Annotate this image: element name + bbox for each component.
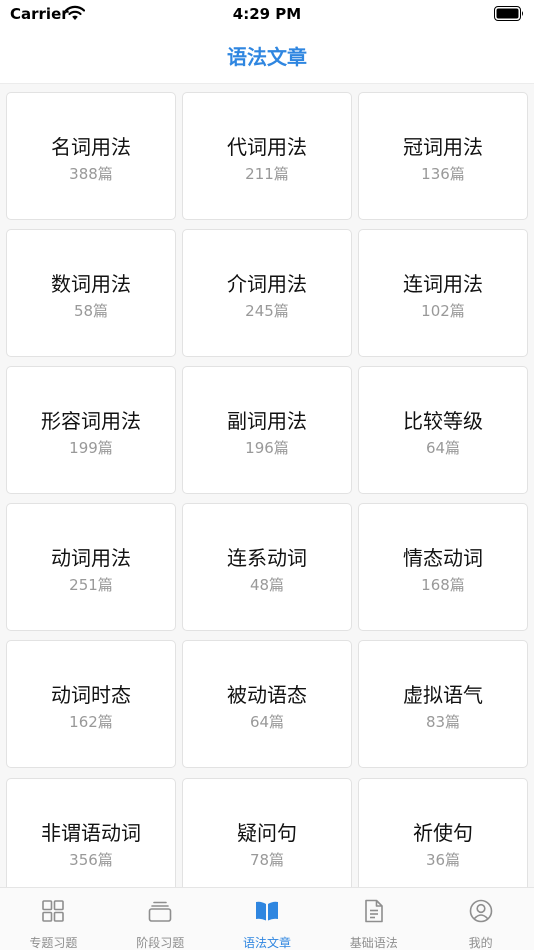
card-title: 连系动词 [227, 546, 307, 570]
book-icon [255, 901, 278, 921]
card-title: 动词时态 [51, 683, 131, 707]
status-time: 4:29 PM [232, 5, 302, 23]
layers-icon [148, 901, 172, 922]
card-title: 祈使句 [413, 821, 473, 845]
card-title: 非谓语动词 [41, 821, 141, 845]
card-title: 形容词用法 [41, 409, 141, 433]
grammar-card[interactable]: 代词用法 211篇 [182, 92, 352, 220]
tab-label: 基础语法 [349, 936, 398, 950]
grammar-card[interactable]: 疑问句 78篇 [182, 778, 352, 888]
status-bar: Carrier 4:29 PM [0, 0, 534, 28]
card-title: 比较等级 [403, 409, 483, 433]
card-title: 名词用法 [51, 135, 131, 159]
grammar-card[interactable]: 比较等级 64篇 [358, 366, 528, 494]
grammar-card[interactable]: 非谓语动词 356篇 [6, 778, 176, 888]
card-count: 251篇 [69, 576, 113, 594]
tab-label: 我的 [468, 936, 493, 950]
profile-icon [469, 899, 492, 923]
tab-grammar-articles[interactable]: 语法文章 [214, 888, 321, 950]
grammar-card[interactable]: 连系动词 48篇 [182, 503, 352, 631]
card-title: 被动语态 [227, 683, 307, 707]
card-count: 356篇 [69, 851, 113, 869]
tab-label: 语法文章 [242, 936, 291, 950]
tab-label: 专题习题 [29, 936, 78, 950]
grammar-card[interactable]: 动词时态 162篇 [6, 640, 176, 768]
grammar-card[interactable]: 连词用法 102篇 [358, 229, 528, 357]
grammar-card[interactable]: 数词用法 58篇 [6, 229, 176, 357]
tab-basic-grammar[interactable]: 基础语法 [320, 888, 427, 950]
grammar-card[interactable]: 副词用法 196篇 [182, 366, 352, 494]
card-title: 虚拟语气 [403, 683, 483, 707]
card-title: 数词用法 [51, 272, 131, 296]
card-count: 136篇 [421, 165, 465, 183]
battery-icon [494, 6, 523, 21]
card-count: 199篇 [69, 439, 113, 457]
grammar-card[interactable]: 名词用法 388篇 [6, 92, 176, 220]
grammar-card[interactable]: 祈使句 36篇 [358, 778, 528, 888]
tab-topic-exercises[interactable]: 专题习题 [0, 888, 107, 950]
card-title: 疑问句 [237, 821, 297, 845]
grammar-card[interactable]: 动词用法 251篇 [6, 503, 176, 631]
card-count: 64篇 [249, 713, 285, 731]
card-count: 83篇 [425, 713, 461, 731]
card-count: 211篇 [245, 165, 289, 183]
card-count: 162篇 [69, 713, 113, 731]
grammar-card[interactable]: 被动语态 64篇 [182, 640, 352, 768]
card-count: 58篇 [73, 302, 109, 320]
card-count: 48篇 [249, 576, 285, 594]
card-count: 64篇 [425, 439, 461, 457]
card-count: 102篇 [421, 302, 465, 320]
grammar-card[interactable]: 虚拟语气 83篇 [358, 640, 528, 768]
card-title: 冠词用法 [403, 135, 483, 159]
article-grid[interactable]: 名词用法 388篇 代词用法 211篇 冠词用法 136篇 数词用法 58篇 介… [0, 84, 534, 888]
card-count: 78篇 [249, 851, 285, 869]
grammar-card[interactable]: 情态动词 168篇 [358, 503, 528, 631]
card-count: 196篇 [245, 439, 289, 457]
grammar-card[interactable]: 冠词用法 136篇 [358, 92, 528, 220]
grammar-card[interactable]: 介词用法 245篇 [182, 229, 352, 357]
navigation-bar: 语法文章 [0, 28, 534, 84]
card-title: 连词用法 [403, 272, 483, 296]
tab-label: 阶段习题 [136, 936, 185, 950]
card-title: 动词用法 [51, 546, 131, 570]
document-icon [364, 899, 383, 923]
card-count: 388篇 [69, 165, 113, 183]
card-title: 介词用法 [227, 272, 307, 296]
card-count: 36篇 [425, 851, 461, 869]
tab-bar: 专题习题 阶段习题 语法文章 基础语法 我的 [0, 887, 534, 950]
tab-stage-exercises[interactable]: 阶段习题 [107, 888, 214, 950]
grammar-card[interactable]: 形容词用法 199篇 [6, 366, 176, 494]
card-title: 情态动词 [403, 546, 483, 570]
page-title: 语法文章 [227, 45, 307, 69]
card-title: 代词用法 [227, 135, 307, 159]
card-title: 副词用法 [227, 409, 307, 433]
card-count: 245篇 [245, 302, 289, 320]
tab-profile[interactable]: 我的 [427, 888, 534, 950]
card-count: 168篇 [421, 576, 465, 594]
grid-icon [42, 900, 65, 922]
